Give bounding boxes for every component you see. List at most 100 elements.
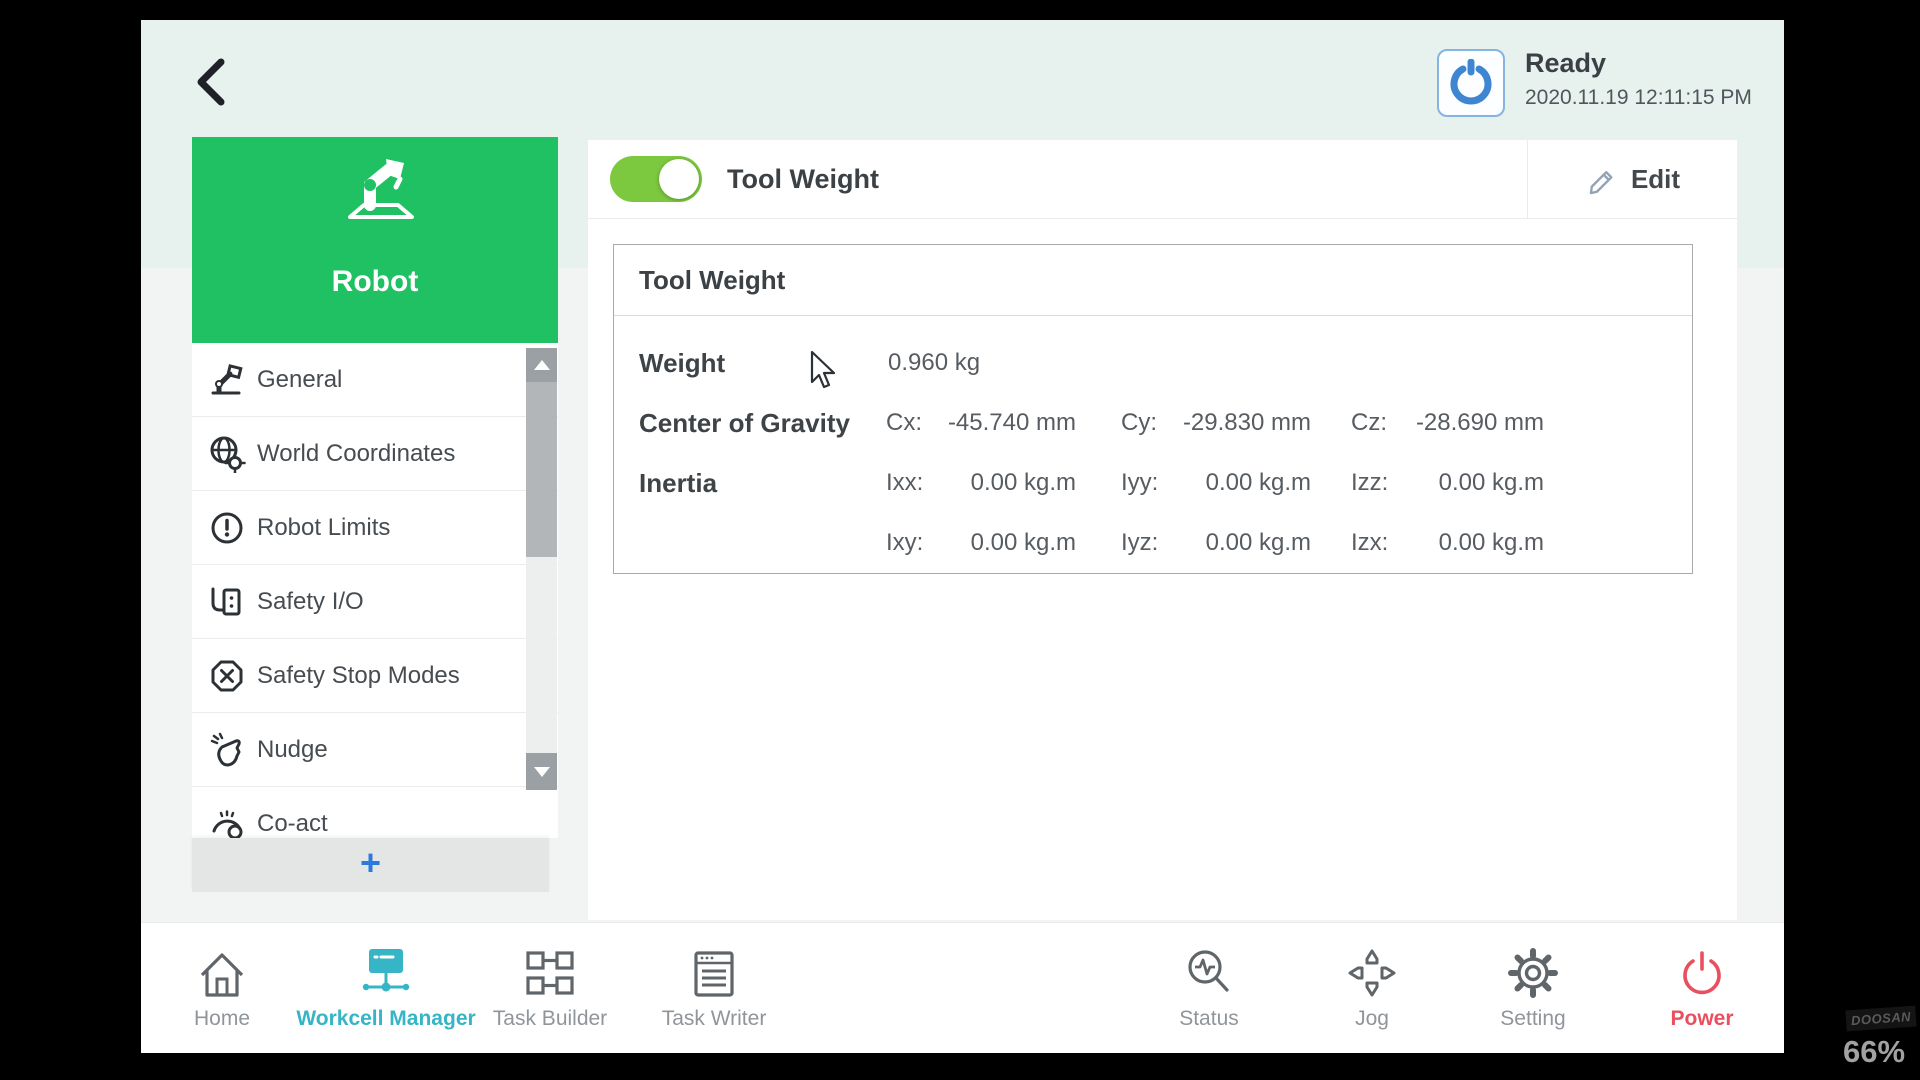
back-button[interactable] — [187, 52, 239, 112]
inertia-izx-key: Izx: — [1351, 529, 1401, 557]
nav-home[interactable]: Home — [132, 923, 312, 1053]
tool-weight-toggle[interactable] — [610, 156, 702, 202]
sidebar-robot-card[interactable]: Robot — [192, 137, 558, 343]
robot-arm-large-icon — [320, 155, 430, 247]
task-builder-blocks-icon — [523, 943, 577, 999]
alert-circle-icon — [205, 506, 249, 550]
inertia-ixy-value: 0.00 kg.m — [936, 529, 1076, 557]
back-chevron-icon — [187, 52, 239, 112]
panel-header: Tool Weight Edit — [588, 140, 1737, 219]
screen: Ready 2020.11.19 12:11:15 PM Robot Gener… — [0, 0, 1920, 1080]
inertia-iyy-key: Iyy: — [1121, 469, 1171, 497]
cog-cx-key: Cx: — [886, 409, 936, 437]
sidebar-item-label: Robot Limits — [257, 514, 390, 542]
nav-status[interactable]: Status — [1119, 923, 1299, 1053]
weight-value: 0.960 kg — [886, 349, 1544, 377]
sidebar-item-label: Safety Stop Modes — [257, 662, 460, 690]
scroll-up-button[interactable] — [526, 348, 557, 382]
inertia-ixx-value: 0.00 kg.m — [936, 469, 1076, 497]
sidebar-item-label: World Coordinates — [257, 440, 455, 468]
globe-gear-icon — [205, 432, 249, 476]
nav-label: Status — [1179, 1007, 1239, 1031]
nav-label: Task Builder — [493, 1007, 607, 1031]
center-of-gravity-row: Center of Gravity Cx: -45.740 mm Cy: -29… — [614, 393, 1692, 453]
nav-label: Power — [1670, 1007, 1733, 1031]
nav-label: Home — [194, 1007, 250, 1031]
robot-arm-icon — [205, 358, 249, 402]
nav-jog[interactable]: Jog — [1282, 923, 1462, 1053]
inertia-row-1: Inertia Ixx: 0.00 kg.m Iyy: 0.00 kg.m Iz… — [614, 453, 1692, 513]
inertia-ixy-key: Ixy: — [886, 529, 936, 557]
power-icon — [1676, 943, 1728, 999]
doosan-logo: DOOSAN — [1845, 1006, 1916, 1032]
pencil-icon — [1585, 162, 1619, 196]
inertia-ixx-key: Ixx: — [886, 469, 936, 497]
toggle-knob — [659, 159, 699, 199]
nav-task-builder[interactable]: Task Builder — [460, 923, 640, 1053]
sidebar-menu: General World Coordinates Robot Limits S… — [192, 343, 558, 838]
hand-push-icon — [205, 728, 249, 772]
edit-button[interactable]: Edit — [1527, 140, 1737, 218]
sidebar-item-robot-limits[interactable]: Robot Limits — [192, 491, 558, 565]
nav-workcell-manager[interactable]: Workcell Manager — [296, 923, 476, 1053]
workcell-network-icon — [358, 943, 414, 999]
robot-state-label: Ready — [1525, 48, 1606, 79]
sidebar-item-label: General — [257, 366, 342, 394]
zoom-percent-label: 66% — [1843, 1034, 1905, 1070]
status-magnifier-icon — [1183, 943, 1235, 999]
tool-weight-panel: Tool Weight Edit Tool Weight Weight 0.96… — [588, 140, 1737, 920]
robot-gripper-icon — [1448, 59, 1494, 107]
triangle-up-icon — [534, 360, 550, 370]
sidebar-item-world-coordinates[interactable]: World Coordinates — [192, 417, 558, 491]
nav-power[interactable]: Power — [1612, 923, 1792, 1053]
panel-title: Tool Weight — [727, 164, 879, 195]
robot-status-button[interactable] — [1437, 49, 1505, 117]
sidebar-item-nudge[interactable]: Nudge — [192, 713, 558, 787]
tool-weight-detail-box: Tool Weight Weight 0.960 kg Center of Gr… — [613, 244, 1693, 574]
cog-cy-value: -29.830 mm — [1171, 409, 1311, 437]
cog-cz-key: Cz: — [1351, 409, 1401, 437]
inertia-izz-value: 0.00 kg.m — [1401, 469, 1544, 497]
sidebar-item-general[interactable]: General — [192, 343, 558, 417]
cog-cx-value: -45.740 mm — [936, 409, 1076, 437]
bottom-navbar: Home Workcell Manager Task Builder Task … — [141, 922, 1784, 1053]
stop-octagon-icon — [205, 654, 249, 698]
sidebar-scrollbar[interactable] — [526, 348, 557, 790]
inertia-izz-key: Izz: — [1351, 469, 1401, 497]
edit-button-label: Edit — [1631, 164, 1680, 195]
scrollbar-thumb[interactable] — [526, 382, 557, 557]
weight-row: Weight 0.960 kg — [614, 333, 1692, 393]
section-title: Tool Weight — [614, 245, 1692, 316]
weight-label: Weight — [639, 348, 886, 379]
app-window: Ready 2020.11.19 12:11:15 PM Robot Gener… — [141, 20, 1784, 1052]
sidebar-item-label: Nudge — [257, 736, 328, 764]
io-connector-icon — [205, 580, 249, 624]
sidebar-item-label: Co-act — [257, 810, 328, 838]
coact-gauge-icon — [205, 802, 249, 839]
detail-rows: Weight 0.960 kg Center of Gravity Cx: -4… — [614, 316, 1692, 573]
sidebar-item-safety-io[interactable]: Safety I/O — [192, 565, 558, 639]
nav-setting[interactable]: Setting — [1443, 923, 1623, 1053]
nav-label: Workcell Manager — [296, 1007, 475, 1031]
add-workcell-button[interactable]: + — [192, 838, 549, 892]
inertia-iyz-key: Iyz: — [1121, 529, 1171, 557]
datetime-label: 2020.11.19 12:11:15 PM — [1525, 86, 1752, 110]
inertia-row-2: Ixy: 0.00 kg.m Iyz: 0.00 kg.m Izx: 0.00 … — [614, 513, 1692, 573]
inertia-iyz-value: 0.00 kg.m — [1171, 529, 1311, 557]
nav-label: Setting — [1500, 1007, 1565, 1031]
gear-icon — [1507, 943, 1559, 999]
cog-cz-value: -28.690 mm — [1401, 409, 1544, 437]
nav-label: Task Writer — [662, 1007, 767, 1031]
scroll-down-button[interactable] — [526, 753, 557, 790]
cog-label: Center of Gravity — [639, 408, 886, 439]
nav-task-writer[interactable]: Task Writer — [624, 923, 804, 1053]
nav-label: Jog — [1355, 1007, 1389, 1031]
inertia-izx-value: 0.00 kg.m — [1401, 529, 1544, 557]
cog-cy-key: Cy: — [1121, 409, 1171, 437]
sidebar-item-label: Safety I/O — [257, 588, 364, 616]
sidebar-item-safety-stop-modes[interactable]: Safety Stop Modes — [192, 639, 558, 713]
sidebar-item-co-act[interactable]: Co-act — [192, 787, 558, 838]
inertia-label: Inertia — [639, 468, 886, 499]
plus-icon: + — [360, 845, 381, 881]
inertia-iyy-value: 0.00 kg.m — [1171, 469, 1311, 497]
